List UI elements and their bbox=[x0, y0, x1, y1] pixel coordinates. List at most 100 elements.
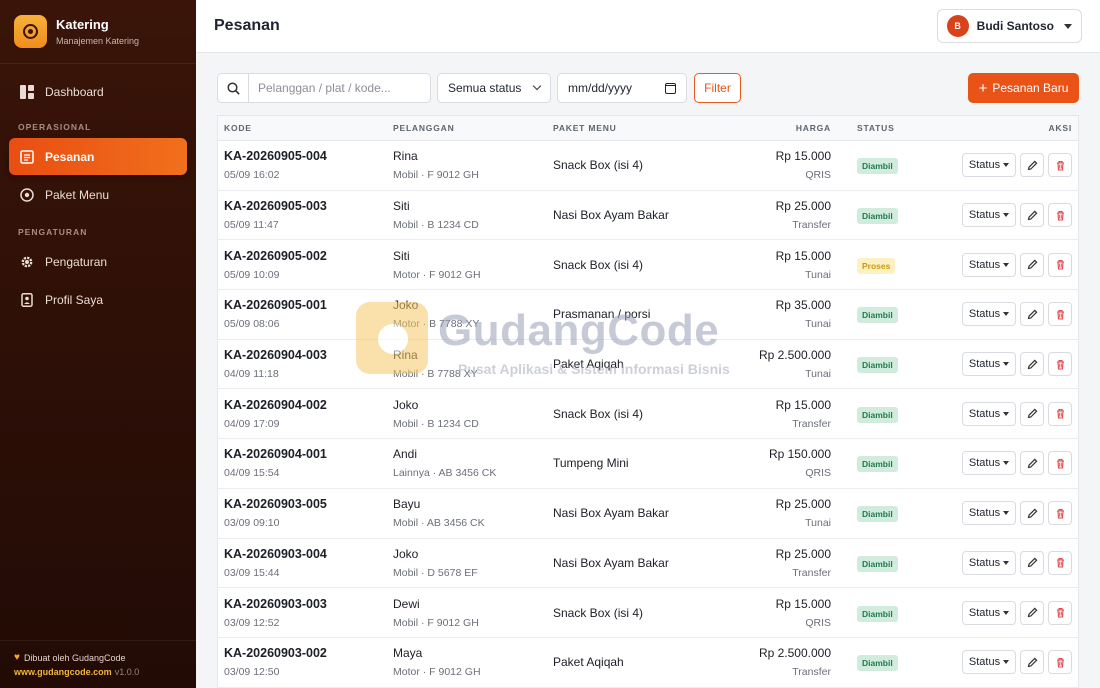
caret-down-icon bbox=[1003, 511, 1010, 516]
cell-kode: KA-20260905-002 05/09 10:09 bbox=[224, 249, 327, 281]
calendar-icon[interactable] bbox=[665, 82, 676, 94]
status-badge: Diambil bbox=[857, 208, 898, 225]
edit-button[interactable] bbox=[1020, 600, 1044, 625]
cell-harga: Rp 15.000 Transfer bbox=[776, 398, 831, 430]
edit-button[interactable] bbox=[1020, 501, 1044, 526]
cell-status: Diambil bbox=[857, 305, 898, 324]
status-dropdown-button[interactable]: Status bbox=[962, 153, 1016, 178]
customer-vehicle: Mobil · F 9012 GH bbox=[393, 616, 479, 629]
status-dropdown-button[interactable]: Status bbox=[962, 401, 1016, 426]
order-code[interactable]: KA-20260904-002 bbox=[224, 398, 327, 412]
cell-pelanggan: Bayu Mobil · AB 3456 CK bbox=[393, 497, 485, 529]
pencil-icon bbox=[1027, 557, 1037, 568]
caret-down-icon bbox=[1003, 163, 1010, 168]
col-header-status: STATUS bbox=[857, 123, 895, 133]
delete-button[interactable] bbox=[1048, 203, 1072, 228]
delete-button[interactable] bbox=[1048, 352, 1072, 377]
status-dropdown-button[interactable]: Status bbox=[962, 203, 1016, 228]
sidebar-item-paket-menu[interactable]: Paket Menu bbox=[9, 176, 187, 213]
edit-button[interactable] bbox=[1020, 550, 1044, 575]
edit-button[interactable] bbox=[1020, 352, 1044, 377]
cell-kode: KA-20260903-005 03/09 09:10 bbox=[224, 497, 327, 529]
status-badge: Diambil bbox=[857, 406, 898, 423]
cell-harga: Rp 15.000 Tunai bbox=[776, 249, 831, 281]
date-input[interactable]: mm/dd/yyyy bbox=[557, 73, 687, 103]
delete-button[interactable] bbox=[1048, 650, 1072, 675]
payment-method: Transfer bbox=[792, 666, 831, 679]
delete-button[interactable] bbox=[1048, 252, 1072, 277]
edit-button[interactable] bbox=[1020, 302, 1044, 327]
delete-button[interactable] bbox=[1048, 501, 1072, 526]
status-dropdown-button[interactable]: Status bbox=[962, 501, 1016, 526]
sidebar-item-profil-saya[interactable]: Profil Saya bbox=[9, 281, 187, 318]
trash-icon bbox=[1056, 558, 1064, 568]
order-code[interactable]: KA-20260905-004 bbox=[224, 149, 327, 163]
cell-pelanggan: Rina Mobil · B 7788 XY bbox=[393, 348, 478, 380]
cell-kode: KA-20260903-002 03/09 12:50 bbox=[224, 646, 327, 678]
cell-aksi: Status bbox=[962, 153, 1072, 178]
status-dropdown-button[interactable]: Status bbox=[962, 600, 1016, 625]
sidebar-item-dashboard[interactable]: Dashboard bbox=[9, 73, 187, 110]
status-dropdown-label: Status bbox=[968, 656, 1001, 669]
status-dropdown-button[interactable]: Status bbox=[962, 252, 1016, 277]
status-dropdown-button[interactable]: Status bbox=[962, 451, 1016, 476]
col-header-harga: HARGA bbox=[795, 123, 831, 133]
status-dropdown-button[interactable]: Status bbox=[962, 550, 1016, 575]
cell-harga: Rp 15.000 QRIS bbox=[776, 597, 831, 629]
status-dropdown-label: Status bbox=[968, 159, 1001, 172]
footer-link[interactable]: www.gudangcode.com bbox=[14, 667, 112, 677]
edit-button[interactable] bbox=[1020, 153, 1044, 178]
customer-name: Andi bbox=[393, 447, 418, 462]
order-code[interactable]: KA-20260903-005 bbox=[224, 497, 327, 511]
order-time: 04/09 15:54 bbox=[224, 467, 280, 480]
cell-kode: KA-20260903-003 03/09 12:52 bbox=[224, 597, 327, 629]
order-code[interactable]: KA-20260903-002 bbox=[224, 646, 327, 660]
trash-icon bbox=[1056, 260, 1064, 270]
delete-button[interactable] bbox=[1048, 451, 1072, 476]
table-row: KA-20260904-002 04/09 17:09 Joko Mobil ·… bbox=[218, 389, 1078, 440]
customer-name: Rina bbox=[393, 348, 418, 363]
delete-button[interactable] bbox=[1048, 153, 1072, 178]
order-code[interactable]: KA-20260904-001 bbox=[224, 447, 327, 461]
edit-button[interactable] bbox=[1020, 451, 1044, 476]
cell-aksi: Status bbox=[962, 451, 1072, 476]
sidebar: Katering Manajemen Katering Dashboard OP… bbox=[0, 0, 196, 688]
menu-package-icon bbox=[19, 187, 34, 202]
sidebar-item-label: Pengaturan bbox=[45, 254, 108, 269]
table-row: KA-20260905-003 05/09 11:47 Siti Mobil ·… bbox=[218, 191, 1078, 241]
status-dropdown-button[interactable]: Status bbox=[962, 302, 1016, 327]
delete-button[interactable] bbox=[1048, 600, 1072, 625]
filter-button[interactable]: Filter bbox=[694, 73, 741, 103]
customer-name: Maya bbox=[393, 646, 423, 661]
edit-button[interactable] bbox=[1020, 650, 1044, 675]
order-code[interactable]: KA-20260904-003 bbox=[224, 348, 327, 362]
sidebar-item-pengaturan[interactable]: Pengaturan bbox=[9, 243, 187, 280]
orders-icon bbox=[19, 149, 34, 164]
status-select[interactable]: Semua status bbox=[437, 73, 551, 103]
order-code[interactable]: KA-20260903-003 bbox=[224, 597, 327, 611]
new-order-button[interactable]: + Pesanan Baru bbox=[968, 73, 1079, 103]
pencil-icon bbox=[1027, 160, 1037, 171]
customer-vehicle: Motor · B 7788 XY bbox=[393, 318, 480, 331]
search-input[interactable] bbox=[249, 81, 429, 95]
delete-button[interactable] bbox=[1048, 302, 1072, 327]
delete-button[interactable] bbox=[1048, 550, 1072, 575]
edit-button[interactable] bbox=[1020, 252, 1044, 277]
order-code[interactable]: KA-20260905-002 bbox=[224, 249, 327, 263]
order-time: 03/09 15:44 bbox=[224, 566, 280, 579]
sidebar-item-label: Paket Menu bbox=[45, 187, 110, 202]
caret-down-icon bbox=[1003, 213, 1010, 218]
orders-table: KODE PELANGGAN PAKET MENU HARGA STATUS A… bbox=[217, 115, 1079, 688]
edit-button[interactable] bbox=[1020, 401, 1044, 426]
status-dropdown-label: Status bbox=[968, 308, 1001, 321]
order-code[interactable]: KA-20260905-003 bbox=[224, 199, 327, 213]
status-dropdown-button[interactable]: Status bbox=[962, 650, 1016, 675]
cell-aksi: Status bbox=[962, 550, 1072, 575]
delete-button[interactable] bbox=[1048, 401, 1072, 426]
user-menu-button[interactable]: B Budi Santoso bbox=[936, 9, 1082, 43]
status-dropdown-button[interactable]: Status bbox=[962, 352, 1016, 377]
order-code[interactable]: KA-20260903-004 bbox=[224, 547, 327, 561]
order-code[interactable]: KA-20260905-001 bbox=[224, 298, 327, 312]
edit-button[interactable] bbox=[1020, 203, 1044, 228]
sidebar-item-pesanan[interactable]: Pesanan bbox=[9, 138, 187, 175]
